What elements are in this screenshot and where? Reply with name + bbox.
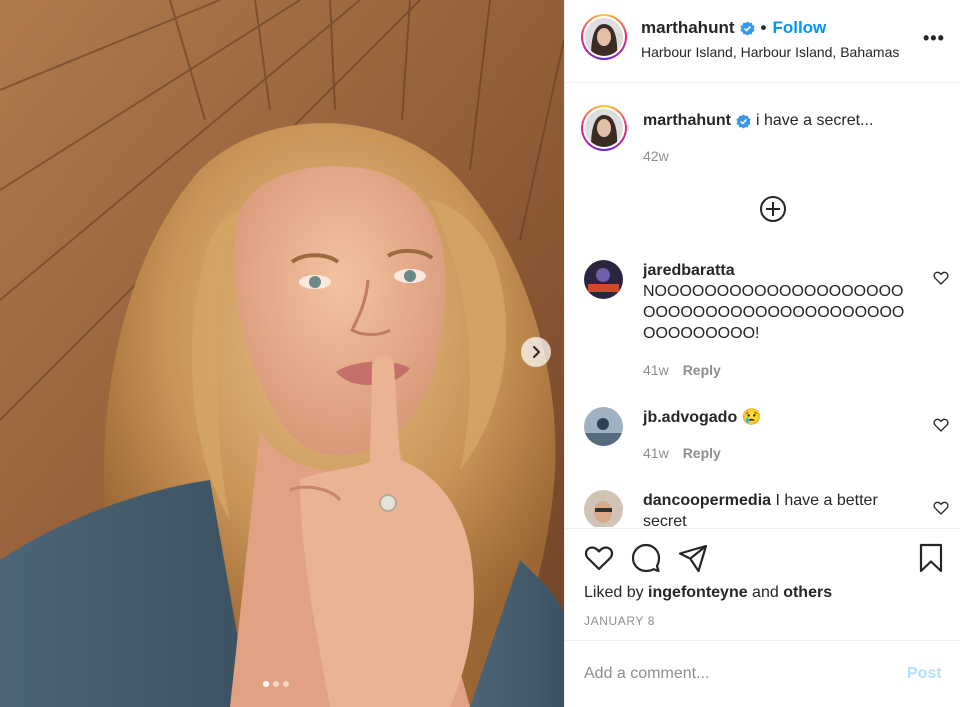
- comment-age[interactable]: 41w: [643, 445, 669, 461]
- carousel-dot: [283, 681, 289, 687]
- comment-avatar[interactable]: [584, 260, 623, 299]
- post-date[interactable]: JANUARY 8: [584, 614, 655, 628]
- location-link[interactable]: Harbour Island, Harbour Island, Bahamas: [641, 44, 899, 60]
- comment-avatar[interactable]: [584, 490, 623, 527]
- comment-item: jaredbaratta NOOOOOOOOOOOOOOOOOOOOOOOOOO…: [565, 260, 960, 390]
- comment-username[interactable]: jb.advogado: [643, 409, 737, 426]
- post-header: marthahunt • Follow Harbour Island, Harb…: [565, 0, 960, 83]
- verified-badge-icon: [736, 113, 751, 129]
- avatar-image: [584, 407, 623, 446]
- likes-summary: Liked by ingefonteyne and others: [584, 584, 832, 602]
- avatar-image: [584, 490, 623, 527]
- load-more-comments-icon[interactable]: [758, 194, 788, 224]
- carousel-dot-active: [263, 681, 269, 687]
- comment-avatar[interactable]: [584, 407, 623, 446]
- comment-meta: 41w Reply: [643, 445, 721, 461]
- avatar-image: [585, 18, 623, 56]
- heart-icon[interactable]: [933, 417, 949, 433]
- comment-body: dancoopermedia I have a better secret: [643, 490, 913, 527]
- separator-dot: •: [760, 18, 767, 37]
- heart-icon[interactable]: [933, 500, 949, 516]
- post-comment-button[interactable]: Post: [907, 665, 942, 683]
- comment-body: jb.advogado 😢: [643, 407, 913, 428]
- more-options-icon[interactable]: •••: [923, 28, 945, 49]
- comment-input[interactable]: [584, 659, 884, 689]
- bookmark-icon[interactable]: [915, 542, 947, 574]
- likes-user-link[interactable]: ingefonteyne: [648, 584, 748, 601]
- likes-prefix: Liked by: [584, 584, 649, 601]
- avatar-image: [584, 260, 623, 299]
- chevron-right-icon: [533, 346, 540, 358]
- comment-username[interactable]: jaredbaratta: [643, 262, 735, 279]
- heart-icon[interactable]: [583, 542, 615, 574]
- avatar-image: [585, 109, 623, 147]
- username-link[interactable]: marthahunt: [641, 18, 735, 38]
- likes-and: and: [747, 584, 784, 601]
- caption-text: i have a secret...: [756, 112, 874, 129]
- caption-username[interactable]: marthahunt: [643, 112, 731, 130]
- verified-badge-icon: [739, 20, 755, 36]
- caption-avatar[interactable]: [585, 109, 623, 147]
- share-icon[interactable]: [677, 542, 709, 574]
- photo-image: [0, 0, 564, 707]
- caption-age[interactable]: 42w: [643, 148, 669, 164]
- next-photo-button[interactable]: [521, 337, 551, 367]
- comment-age[interactable]: 41w: [643, 362, 669, 378]
- post-side-panel: marthahunt • Follow Harbour Island, Harb…: [564, 0, 960, 707]
- add-comment-bar: Post: [565, 640, 960, 707]
- carousel-indicator: [263, 681, 289, 687]
- likes-others-link[interactable]: others: [783, 584, 832, 601]
- post-photo[interactable]: [0, 0, 564, 707]
- follow-button[interactable]: Follow: [772, 18, 826, 38]
- comment-icon[interactable]: [630, 542, 662, 574]
- comment-meta: 41w Reply: [643, 362, 721, 378]
- reply-button[interactable]: Reply: [683, 445, 721, 461]
- comment-username[interactable]: dancoopermedia: [643, 492, 771, 509]
- header-user-row: marthahunt • Follow: [641, 18, 826, 38]
- avatar[interactable]: [585, 18, 623, 56]
- caption-row: marthahunt i have a secret...: [643, 112, 873, 130]
- comments-list[interactable]: jaredbaratta NOOOOOOOOOOOOOOOOOOOOOOOOOO…: [565, 240, 960, 527]
- comment-body: jaredbaratta NOOOOOOOOOOOOOOOOOOOOOOOOOO…: [643, 260, 913, 344]
- carousel-dot: [273, 681, 279, 687]
- heart-icon[interactable]: [933, 270, 949, 286]
- comment-item: jb.advogado 😢 41w Reply: [565, 407, 960, 477]
- comment-text: 😢: [741, 409, 762, 426]
- comment-text: NOOOOOOOOOOOOOOOOOOOOOOOOOOOOOOOOOOOOOOO…: [643, 283, 905, 342]
- comment-item: dancoopermedia I have a better secret: [565, 490, 960, 527]
- post-actions: Liked by ingefonteyne and others JANUARY…: [565, 528, 960, 640]
- reply-button[interactable]: Reply: [683, 362, 721, 378]
